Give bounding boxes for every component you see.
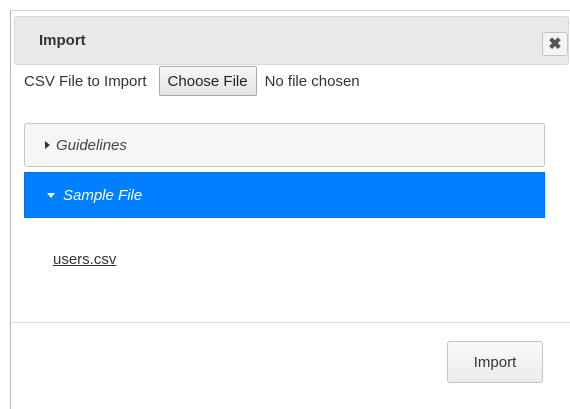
dialog-titlebar[interactable]: Import ✖	[14, 16, 569, 65]
file-input-row: CSV File to Import Choose File No file c…	[24, 66, 360, 96]
accordion-header-guidelines[interactable]: Guidelines	[24, 123, 545, 167]
file-status-text: No file chosen	[264, 72, 360, 90]
footer-divider	[11, 322, 570, 323]
dialog-title: Import	[39, 32, 86, 49]
file-input-label: CSV File to Import	[24, 72, 147, 90]
choose-file-button[interactable]: Choose File	[158, 66, 257, 96]
close-icon: ✖	[548, 36, 562, 53]
caret-right-icon	[45, 141, 50, 149]
accordion-label-sample-file: Sample File	[63, 186, 143, 204]
sample-file-link[interactable]: users.csv	[53, 251, 116, 268]
accordion-header-sample-file[interactable]: Sample File	[24, 172, 545, 218]
accordion-label-guidelines: Guidelines	[56, 136, 127, 154]
import-button[interactable]: Import	[447, 341, 543, 383]
caret-down-icon	[47, 192, 55, 198]
close-button[interactable]: ✖	[542, 32, 568, 56]
